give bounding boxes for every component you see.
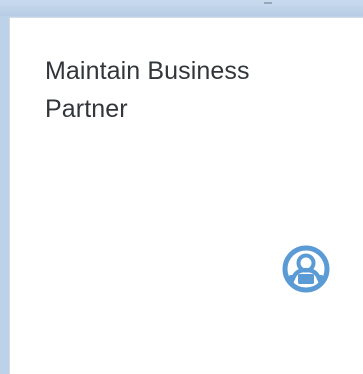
business-partner-icon <box>282 245 330 293</box>
top-divider-mark <box>264 2 272 4</box>
app-tile-maintain-business-partner[interactable]: Maintain Business Partner <box>9 17 363 374</box>
launchpad-canvas: Maintain Business Partner <box>0 0 363 374</box>
header-shadow <box>0 0 363 16</box>
tile-title: Maintain Business Partner <box>45 57 250 123</box>
